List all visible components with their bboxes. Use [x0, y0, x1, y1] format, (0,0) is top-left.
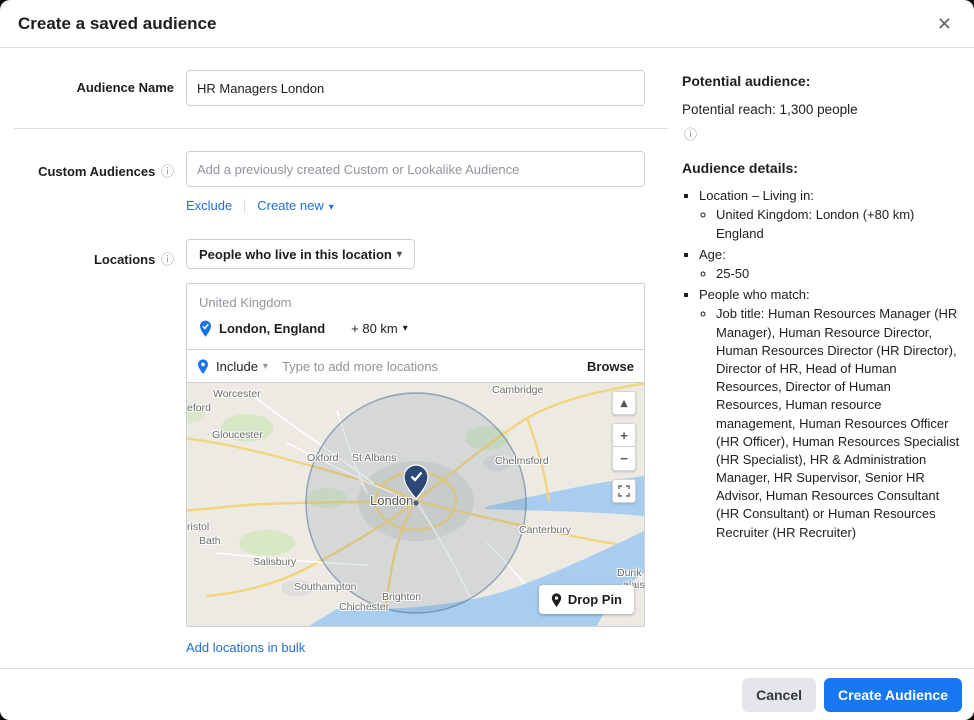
modal-header: Create a saved audience ✕	[0, 0, 974, 48]
create-saved-audience-modal: Create a saved audience ✕ Audience Name …	[0, 0, 974, 720]
audience-name-input[interactable]	[186, 70, 645, 106]
chevron-down-icon: ▾	[403, 323, 408, 334]
location-country: United Kingdom	[187, 284, 644, 310]
custom-audience-links: Exclude Create new▾	[186, 198, 645, 213]
custom-audiences-row: Custom Audiences ⓘ Exclude Create new▾	[14, 151, 668, 213]
info-icon[interactable]: ⓘ	[161, 252, 174, 267]
potential-reach-text: Potential reach: 1,300 people	[682, 101, 960, 120]
audience-name-label: Audience Name	[14, 70, 186, 95]
browse-button[interactable]: Browse	[587, 359, 634, 374]
fullscreen-icon	[618, 485, 630, 497]
detail-item-location: Location – Living in: United Kingdom: Lo…	[699, 187, 960, 243]
include-row: Include ▾ Type to add more locations Bro…	[187, 349, 644, 383]
locations-label: Locations ⓘ	[14, 239, 186, 268]
location-panel: United Kingdom London, England + 80 km ▾	[186, 283, 645, 627]
add-locations-bulk-link[interactable]: Add locations in bulk	[186, 640, 305, 655]
selected-location-row: London, England + 80 km ▾	[187, 310, 644, 349]
info-icon[interactable]: ⓘ	[684, 126, 960, 144]
audience-details-list: Location – Living in: United Kingdom: Lo…	[682, 187, 960, 542]
modal-title: Create a saved audience	[18, 14, 216, 34]
cancel-button[interactable]: Cancel	[742, 678, 816, 712]
location-pin-icon	[197, 359, 209, 374]
form-column: Audience Name Custom Audiences ⓘ Exclude	[0, 48, 668, 668]
chevron-down-icon: ▾	[263, 361, 268, 372]
pin-icon	[551, 593, 562, 607]
locations-row: Locations ⓘ People who live in this loca…	[14, 239, 668, 657]
create-new-link[interactable]: Create new▾	[257, 198, 334, 213]
potential-audience-title: Potential audience:	[682, 72, 960, 92]
potential-audience-sidebar: Potential audience: Potential reach: 1,3…	[668, 48, 974, 668]
section-divider	[14, 128, 668, 129]
link-separator	[244, 199, 245, 213]
location-pin-icon	[199, 320, 212, 337]
audience-details-title: Audience details:	[682, 159, 960, 179]
drop-pin-button[interactable]: Drop Pin	[539, 585, 634, 614]
include-dropdown[interactable]: Include ▾	[216, 359, 268, 374]
custom-audiences-input[interactable]	[186, 151, 645, 187]
detail-sub-location: United Kingdom: London (+80 km) England	[716, 206, 960, 242]
zoom-in-button[interactable]: +	[612, 423, 636, 447]
close-icon[interactable]: ✕	[933, 11, 956, 37]
detail-sub-age: 25-50	[716, 265, 960, 283]
radius-dropdown[interactable]: + 80 km ▾	[351, 321, 408, 336]
custom-audiences-label: Custom Audiences ⓘ	[14, 151, 186, 180]
detail-item-people: People who match: Job title: Human Resou…	[699, 286, 960, 542]
modal-body: Audience Name Custom Audiences ⓘ Exclude	[0, 48, 974, 668]
chevron-down-icon: ▾	[329, 202, 334, 213]
info-icon[interactable]: ⓘ	[161, 164, 174, 179]
zoom-out-button[interactable]: −	[612, 447, 636, 471]
exclude-link[interactable]: Exclude	[186, 198, 232, 213]
recenter-button[interactable]	[612, 479, 636, 503]
map-pan-button[interactable]: ▴	[612, 391, 636, 415]
modal-footer: Cancel Create Audience	[0, 668, 974, 720]
audience-name-row: Audience Name	[14, 70, 668, 106]
selected-location-name: London, England	[219, 321, 325, 336]
map-canvas[interactable]: Worcester Cambridge eford Gloucester Oxf…	[187, 383, 644, 626]
chevron-down-icon: ▾	[397, 249, 402, 260]
detail-item-age: Age: 25-50	[699, 246, 960, 283]
detail-sub-jobtitles: Job title: Human Resources Manager (HR M…	[716, 305, 960, 541]
location-mode-dropdown[interactable]: People who live in this location ▾	[186, 239, 415, 269]
add-location-input[interactable]: Type to add more locations	[282, 359, 587, 374]
map-controls: ▴ + −	[612, 391, 636, 503]
create-audience-button[interactable]: Create Audience	[824, 678, 962, 712]
